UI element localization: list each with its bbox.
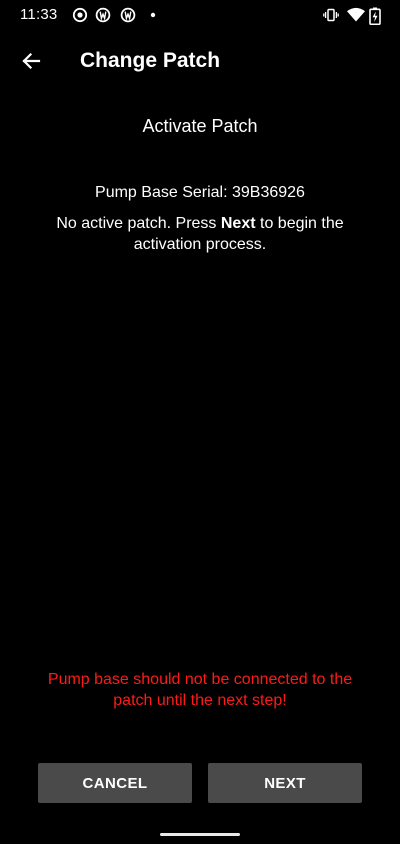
wifi-icon <box>346 7 366 23</box>
pump-base-serial: Pump Base Serial: 39B36926 <box>95 184 305 201</box>
gesture-nav-handle[interactable] <box>160 833 240 836</box>
next-button-label: NEXT <box>264 774 306 792</box>
app-bar: Change Patch <box>0 32 400 94</box>
status-bar: 11:33 <box>0 0 400 32</box>
battery-charging-icon <box>369 7 381 25</box>
record-icon <box>72 7 88 23</box>
app-notification-icon <box>120 7 136 23</box>
instructions-next-emphasis: Next <box>220 215 256 232</box>
cancel-button[interactable]: CANCEL <box>38 763 192 803</box>
back-button[interactable] <box>14 46 48 80</box>
page-title: Change Patch <box>80 49 221 72</box>
instructions-prefix: No active patch. Press <box>56 215 221 232</box>
dot-icon <box>146 7 162 23</box>
app-notification-icon <box>95 7 111 23</box>
cancel-button-label: CANCEL <box>82 774 148 792</box>
vibrate-icon <box>323 7 339 23</box>
warning-message: Pump base should not be connected to the… <box>47 671 353 709</box>
instructions-text: No active patch. Press Next to begin the… <box>30 213 370 255</box>
status-time: 11:33 <box>20 6 58 23</box>
step-title: Activate Patch <box>142 116 258 136</box>
arrow-left-icon <box>21 51 41 76</box>
next-button[interactable]: NEXT <box>208 763 362 803</box>
